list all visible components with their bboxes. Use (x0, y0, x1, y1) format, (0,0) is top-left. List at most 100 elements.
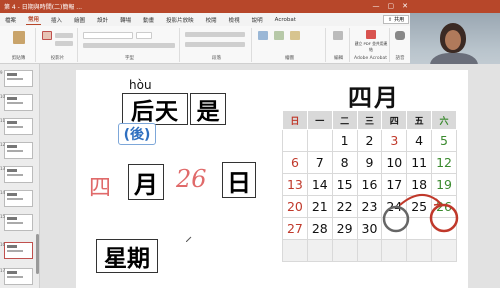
calendar-cell: 18 (406, 173, 433, 196)
paragraph-label: 段落 (212, 56, 221, 61)
new-slide-icon[interactable] (42, 31, 52, 40)
acrobat-label: Adobe Acrobat (353, 56, 388, 61)
calendar-cell: 13 (282, 173, 308, 196)
calendar-cell (306, 129, 333, 152)
calendar-cell: 27 (282, 217, 308, 240)
calendar-cell: 1 (331, 129, 358, 152)
calendar-cell: 30 (356, 217, 383, 240)
calendar-cell: 23 (356, 195, 383, 218)
tab-file[interactable]: 檔案 (3, 15, 18, 25)
calendar-cell (381, 217, 408, 240)
ribbon-tabs: 檔案 常用 插入 繪圖 設計 轉場 動畫 投影片放映 校閱 檢視 說明 Acro… (0, 13, 410, 26)
thumbnail-scrollbar[interactable] (36, 234, 39, 274)
voice-label: 語音 (395, 56, 405, 61)
layout-button[interactable] (55, 33, 73, 38)
word-box-shi[interactable]: 是 (190, 93, 226, 125)
slide-thumbnail[interactable] (4, 214, 33, 231)
window-title: 第 4 - 日期與時間(二)簡報 ... (4, 4, 83, 11)
calendar-week: 1 2 3 4 5 (282, 129, 457, 152)
font-size-field[interactable] (136, 32, 152, 39)
slides-group: 投影片 (38, 28, 78, 62)
calendar-table: 日 一 二 三 四 五 六 1 2 3 4 5 6 7 8 9 10 11 12 (282, 110, 457, 262)
calendar-cell: 4 (406, 129, 433, 152)
editing-group: 編輯 (328, 28, 350, 62)
calendar-cell: 29 (331, 217, 358, 240)
calendar-cell: 17 (381, 173, 408, 196)
font-label: 字型 (125, 56, 134, 61)
word-box-houtian[interactable]: 后天 (122, 93, 188, 125)
tab-review[interactable]: 校閱 (204, 15, 219, 25)
calendar-cell: 11 (406, 151, 433, 174)
reset-button[interactable] (55, 41, 73, 46)
calendar-cell: 7 (306, 151, 333, 174)
tab-draw[interactable]: 繪圖 (72, 15, 87, 25)
slide-number: 17 (0, 268, 6, 273)
calendar-cell (306, 239, 333, 262)
slide-thumbnail[interactable] (4, 142, 33, 159)
tab-insert[interactable]: 插入 (49, 15, 64, 25)
calendar-cell: 6 (282, 151, 308, 174)
calendar-cell: 2 (356, 129, 383, 152)
font-name-field[interactable] (83, 32, 133, 39)
editing-label: 編輯 (334, 56, 343, 61)
calendar-cell: 3 (381, 129, 408, 152)
acrobat-create-label: 建立 PDF 並共用連結 (354, 41, 388, 52)
minimize-icon[interactable]: — (373, 2, 380, 10)
tab-slideshow[interactable]: 投影片放映 (164, 15, 196, 25)
arrange-icon[interactable] (274, 31, 284, 40)
calendar-cell: 19 (431, 173, 457, 196)
calendar-cell-24: 24 (381, 195, 408, 218)
slide-thumbnail[interactable] (4, 190, 33, 207)
share-button[interactable]: ⇪ 共用 (383, 15, 409, 24)
calendar-cell (431, 217, 457, 240)
pdf-icon[interactable] (366, 30, 376, 39)
calendar-cell: 25 (406, 195, 433, 218)
align-buttons[interactable] (185, 42, 245, 47)
traditional-character-box[interactable]: (後) (118, 123, 156, 145)
calendar-cell: 5 (431, 129, 457, 152)
tab-view[interactable]: 檢視 (227, 15, 242, 25)
microphone-icon[interactable] (395, 31, 405, 40)
word-box-yue[interactable]: 月 (128, 164, 164, 200)
slide-thumbnail[interactable] (4, 268, 33, 285)
shapes-icon[interactable] (258, 31, 268, 40)
calendar-cell: 20 (282, 195, 308, 218)
calendar-cell (331, 239, 358, 262)
maximize-icon[interactable]: ▢ (388, 2, 395, 10)
slide-thumbnail[interactable] (4, 94, 33, 111)
slide-thumbnail-pane[interactable]: 9 10 11 12 13 14 15 16 17 (0, 64, 40, 288)
calendar-header: 六 (431, 110, 457, 130)
calendar-week: 20 21 22 23 24 25 26 (282, 195, 457, 218)
acrobat-group: 建立 PDF 並共用連結 Adobe Acrobat (352, 28, 390, 62)
ribbon: 剪貼簿 投影片 字型 段落 繪圖 編輯 建立 PDF 並共用連結 Adobe A… (0, 26, 410, 64)
tab-help[interactable]: 說明 (250, 15, 265, 25)
calendar-week: 13 14 15 16 17 18 19 (282, 173, 457, 196)
slide-number: 10 (0, 94, 6, 99)
tab-transitions[interactable]: 轉場 (118, 15, 133, 25)
close-icon[interactable]: ✕ (402, 2, 408, 10)
list-buttons[interactable] (185, 32, 245, 37)
paste-icon[interactable] (13, 31, 25, 44)
quick-styles-icon[interactable] (290, 31, 300, 40)
clipboard-group: 剪貼簿 (2, 28, 36, 62)
calendar-week (282, 239, 457, 262)
calendar-cell: 9 (356, 151, 383, 174)
tab-acrobat[interactable]: Acrobat (273, 16, 298, 24)
slide-number: 9 (0, 70, 3, 75)
word-box-ri[interactable]: 日 (222, 162, 256, 198)
tab-design[interactable]: 設計 (95, 15, 110, 25)
slide-thumbnail-active[interactable] (4, 242, 33, 259)
voice-group: 語音 (392, 28, 408, 62)
slide-number: 16 (0, 242, 6, 247)
tab-animations[interactable]: 動畫 (141, 15, 156, 25)
font-format-buttons[interactable] (83, 43, 175, 48)
slide-number: 12 (0, 142, 6, 147)
share-icon: ⇪ (387, 16, 393, 23)
slide-thumbnail[interactable] (4, 70, 33, 87)
word-box-xingqi[interactable]: 星期 (96, 239, 158, 273)
find-icon[interactable] (333, 31, 343, 40)
tab-home[interactable]: 常用 (26, 14, 42, 25)
slide-thumbnail[interactable] (4, 118, 33, 135)
calendar-cell: 12 (431, 151, 457, 174)
slide-thumbnail[interactable] (4, 166, 33, 183)
